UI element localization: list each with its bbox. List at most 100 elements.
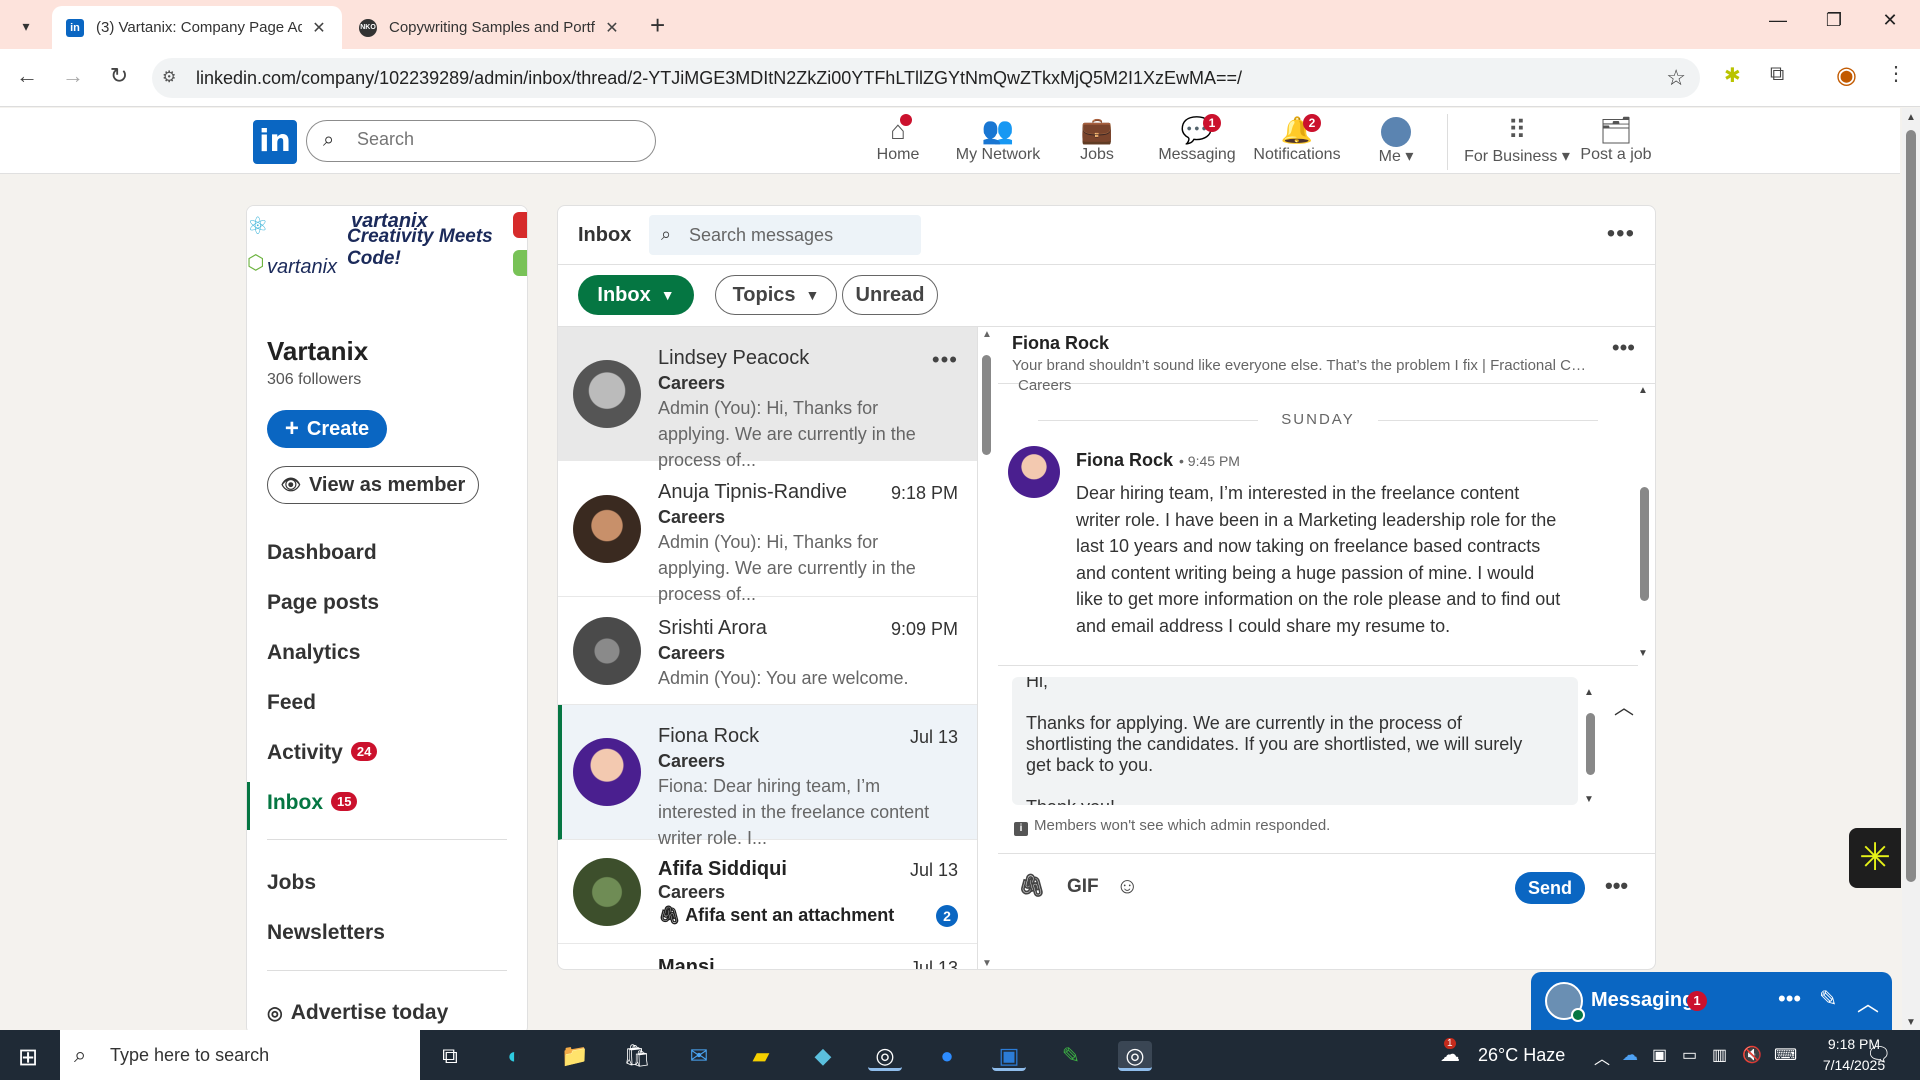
conversation-item[interactable]: Afifa Siddiqui Jul 13 Careers 🖇 Afifa se… bbox=[558, 840, 977, 944]
zoom-icon[interactable]: ● bbox=[930, 1041, 964, 1071]
nav-me[interactable]: Me ▾ bbox=[1346, 114, 1446, 166]
scroll-down-icon[interactable]: ▼ bbox=[1638, 648, 1648, 659]
nav-jobs[interactable]: 💼 Jobs bbox=[1047, 114, 1147, 164]
extension-icon[interactable]: ✱ bbox=[1724, 63, 1741, 88]
filter-unread[interactable]: Unread bbox=[842, 275, 938, 315]
nav-messaging[interactable]: 💬 1 Messaging bbox=[1147, 114, 1247, 164]
nav-my-network[interactable]: 👥 My Network bbox=[948, 114, 1048, 164]
task-view-icon[interactable]: ⧉ bbox=[433, 1041, 467, 1071]
menu-dashboard[interactable]: Dashboard bbox=[267, 541, 377, 565]
chevron-up-icon[interactable]: ︿ bbox=[1857, 986, 1879, 1018]
scroll-thumb[interactable] bbox=[1906, 130, 1916, 882]
scroll-down-icon[interactable]: ▼ bbox=[1906, 1017, 1916, 1028]
composer-text[interactable]: Hi, Thanks for applying. We are currentl… bbox=[1026, 677, 1546, 805]
scroll-down-icon[interactable]: ▼ bbox=[982, 958, 992, 969]
browser-tab-active[interactable]: in (3) Vartanix: Company Page Ad ✕ bbox=[52, 6, 342, 49]
minimize-icon[interactable]: — bbox=[1756, 10, 1800, 31]
app-icon[interactable]: ◆ bbox=[806, 1041, 840, 1071]
language-icon[interactable]: ⌨ bbox=[1774, 1045, 1797, 1065]
menu-page-posts[interactable]: Page posts bbox=[267, 591, 379, 615]
reload-icon[interactable]: ↻ bbox=[104, 63, 134, 89]
taskbar-search[interactable]: ⌕ Type here to search bbox=[60, 1030, 420, 1080]
url-text[interactable]: linkedin.com/company/102239289/admin/inb… bbox=[196, 68, 1242, 89]
avatar[interactable] bbox=[1008, 446, 1060, 498]
scroll-thumb[interactable] bbox=[1586, 713, 1595, 775]
compose-icon[interactable]: ✎ bbox=[1819, 986, 1837, 1012]
nav-notifications[interactable]: 🔔 2 Notifications bbox=[1247, 114, 1347, 164]
menu-feed[interactable]: Feed bbox=[267, 691, 316, 715]
view-as-member-button[interactable]: 👁 View as member bbox=[267, 466, 479, 504]
menu-inbox[interactable]: Inbox 15 bbox=[267, 791, 358, 815]
global-search-input[interactable] bbox=[357, 129, 637, 150]
menu-activity[interactable]: Activity 24 bbox=[267, 741, 378, 765]
mail-icon[interactable]: ✉ bbox=[682, 1041, 716, 1071]
conversation-item[interactable]: Srishti Arora 9:09 PM Careers Admin (You… bbox=[558, 597, 977, 705]
composer-more-icon[interactable]: ••• bbox=[1605, 873, 1628, 899]
global-search[interactable]: ⌕ bbox=[306, 120, 656, 162]
close-tab-icon[interactable]: ✕ bbox=[603, 18, 621, 38]
extension-sparkle-icon[interactable]: ✳ bbox=[1849, 828, 1901, 888]
paperclip-icon[interactable]: 🖇 bbox=[1018, 873, 1046, 899]
conversation-item-selected[interactable]: Fiona Rock Jul 13 Careers Fiona: Dear hi… bbox=[558, 705, 977, 848]
message-composer[interactable]: Hi, Thanks for applying. We are currentl… bbox=[1012, 677, 1578, 805]
filter-inbox-dropdown[interactable]: Inbox ▼ bbox=[578, 275, 694, 315]
conversation-item[interactable]: Mansi Jul 13 bbox=[558, 944, 977, 969]
conversation-more-icon[interactable]: ••• bbox=[932, 347, 958, 373]
extensions-puzzle-icon[interactable]: ⧉ bbox=[1770, 63, 1784, 86]
scroll-down-icon[interactable]: ▼ bbox=[1584, 794, 1594, 805]
scroll-up-icon[interactable]: ▲ bbox=[982, 329, 992, 340]
scroll-thumb[interactable] bbox=[982, 355, 991, 455]
gif-button[interactable]: GIF bbox=[1067, 876, 1099, 898]
menu-newsletters[interactable]: Newsletters bbox=[267, 921, 385, 945]
close-tab-icon[interactable]: ✕ bbox=[310, 18, 328, 38]
file-explorer-icon[interactable]: 📁 bbox=[558, 1041, 592, 1071]
page-scrollbar[interactable]: ▲ ▼ bbox=[1902, 108, 1920, 1030]
app-icon[interactable]: ✎ bbox=[1054, 1041, 1088, 1071]
store-icon[interactable]: 🛍 bbox=[620, 1041, 654, 1071]
search-messages-input[interactable]: ⌕ Search messages bbox=[649, 215, 921, 255]
chevron-up-icon[interactable]: ︿ bbox=[1594, 1045, 1610, 1069]
thread-participant-name[interactable]: Fiona Rock bbox=[1012, 333, 1109, 354]
messaging-popover[interactable]: Messaging 1 ••• ✎ ︿ bbox=[1531, 972, 1892, 1030]
outlook-icon[interactable]: ▣ bbox=[992, 1041, 1026, 1071]
onedrive-icon[interactable]: ☁ bbox=[1622, 1045, 1638, 1065]
nav-post-a-job[interactable]: 🗂 Post a job bbox=[1566, 114, 1666, 164]
emoji-icon[interactable]: ☺ bbox=[1116, 873, 1138, 899]
advertise-today-link[interactable]: ◎ Advertise today bbox=[267, 1001, 448, 1025]
chrome-icon[interactable]: ◎ bbox=[868, 1041, 902, 1071]
conversation-list-scrollbar[interactable]: ▲ ▼ bbox=[980, 327, 994, 969]
more-options-icon[interactable]: ••• bbox=[1607, 220, 1635, 248]
tab-search-button[interactable]: ▾ bbox=[14, 14, 38, 38]
thread-scrollbar[interactable]: ▲ ▼ bbox=[1638, 385, 1652, 659]
notifications-icon[interactable]: 🗨 bbox=[1866, 1042, 1891, 1067]
restore-icon[interactable]: ❐ bbox=[1812, 10, 1856, 31]
tray-icon[interactable]: ▣ bbox=[1652, 1045, 1667, 1065]
menu-analytics[interactable]: Analytics bbox=[267, 641, 360, 665]
site-info-icon[interactable]: ⚙ bbox=[162, 67, 176, 87]
conversation-item[interactable]: Anuja Tipnis-Randive 9:18 PM Careers Adm… bbox=[558, 461, 977, 604]
thread-more-icon[interactable]: ••• bbox=[1612, 335, 1635, 361]
create-button[interactable]: + Create bbox=[267, 410, 387, 448]
scroll-up-icon[interactable]: ▲ bbox=[1906, 112, 1916, 123]
browser-tab[interactable]: NKO Copywriting Samples and Portfo ✕ bbox=[345, 6, 635, 49]
scroll-up-icon[interactable]: ▲ bbox=[1638, 385, 1648, 396]
address-bar[interactable]: ⚙ linkedin.com/company/102239289/admin/i… bbox=[152, 58, 1700, 98]
scroll-up-icon[interactable]: ▲ bbox=[1584, 687, 1594, 698]
composer-scrollbar[interactable]: ▲ ▼ bbox=[1584, 687, 1598, 805]
new-tab-button[interactable]: + bbox=[650, 10, 665, 41]
linkedin-logo-icon[interactable]: in bbox=[253, 120, 297, 164]
conversation-item[interactable]: Lindsey Peacock ••• Careers Admin (You):… bbox=[558, 327, 977, 470]
speaker-muted-icon[interactable]: 🔇 bbox=[1742, 1045, 1762, 1065]
network-icon[interactable]: ▥ bbox=[1712, 1045, 1727, 1065]
bookmark-star-icon[interactable]: ☆ bbox=[1666, 65, 1686, 91]
windows-start-icon[interactable]: ⊞ bbox=[18, 1043, 38, 1072]
menu-jobs[interactable]: Jobs bbox=[267, 871, 316, 895]
send-button[interactable]: Send bbox=[1515, 872, 1585, 904]
forward-icon[interactable]: → bbox=[58, 63, 88, 89]
more-options-icon[interactable]: ••• bbox=[1778, 986, 1801, 1012]
chrome-active-icon[interactable]: ◎ bbox=[1118, 1041, 1152, 1071]
sticky-notes-icon[interactable]: ▰ bbox=[744, 1041, 778, 1071]
weather-text[interactable]: 26°C Haze bbox=[1478, 1045, 1565, 1066]
back-icon[interactable]: ← bbox=[12, 63, 42, 89]
battery-icon[interactable]: ▭ bbox=[1682, 1045, 1697, 1065]
